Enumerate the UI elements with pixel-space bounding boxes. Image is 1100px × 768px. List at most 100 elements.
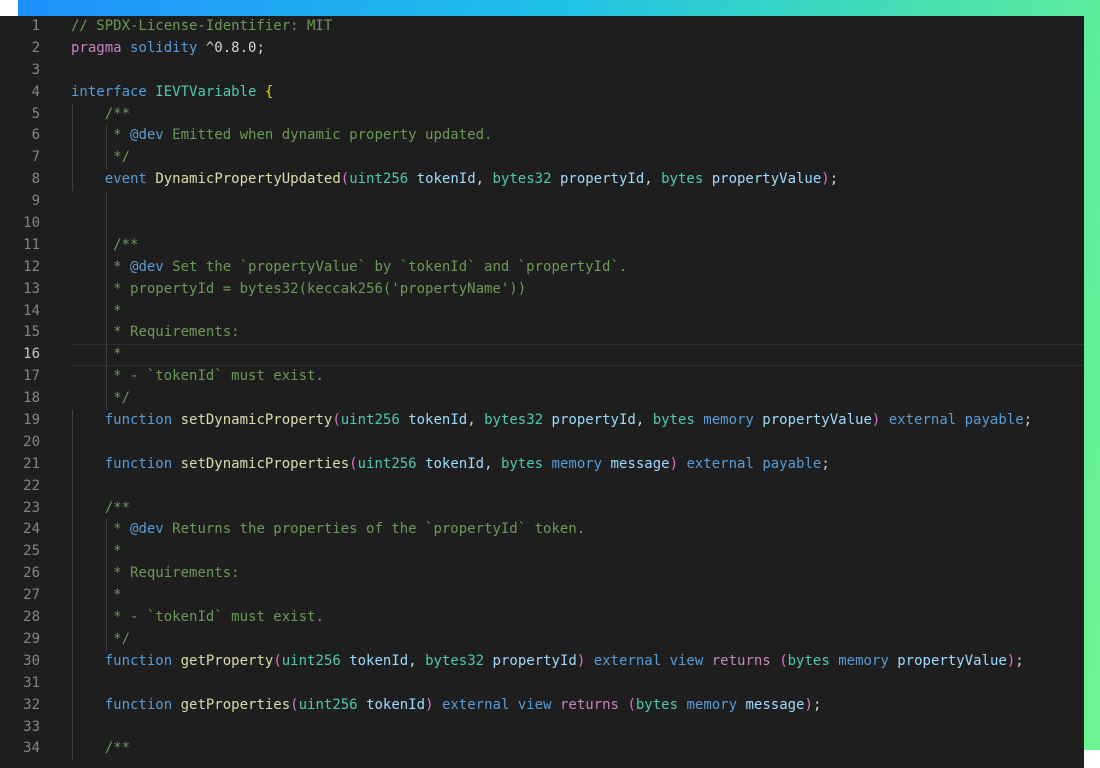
code-text: * @dev Returns the properties of the `pr… [71,519,585,541]
line-number: 26 [23,565,40,582]
line-number: 4 [31,83,40,100]
code-text: * [71,541,122,563]
code-token: uint256 [357,455,417,472]
code-token: ) [669,455,678,472]
code-token: propertyId [551,412,636,429]
code-editor[interactable]: 1 // SPDX-License-Identifier: MIT 2 pragma … [0,16,1084,768]
code-token: * [113,127,131,144]
code-token: payable [762,455,822,472]
code-line[interactable]: 26 * Requirements: [0,563,1084,586]
line-number: 8 [31,171,40,188]
code-line[interactable]: 10 [0,213,1084,235]
code-token: returns [559,696,619,713]
line-number: 25 [23,543,40,560]
code-token: */ [113,390,131,407]
code-line[interactable]: 20 [0,431,1084,454]
code-line[interactable]: 17 * - `tokenId` must exist. [0,366,1084,389]
line-number: 7 [31,149,40,166]
code-line[interactable]: 13 * propertyId = bytes32(keccak256('pro… [0,278,1084,301]
code-token: propertyId [492,652,577,669]
code-line[interactable]: 31 [0,672,1084,695]
code-line[interactable]: 30 function getProperty(uint256 tokenId,… [0,650,1084,673]
code-token: Set the `propertyValue` by `tokenId` and… [163,258,628,275]
code-token: ( [340,171,350,188]
code-token: event [104,171,147,188]
code-line[interactable]: 24 * @dev Returns the properties of the … [0,519,1084,542]
code-token: ) [1006,652,1016,669]
code-token: * [113,543,122,560]
line-number: 27 [23,587,40,604]
code-line[interactable]: 19 function setDynamicProperty(uint256 t… [0,410,1084,432]
code-line[interactable]: 34 /** [0,738,1084,761]
code-line[interactable]: 3 [0,60,1084,82]
code-line[interactable]: 21 function setDynamicProperties(uint256… [0,453,1084,476]
code-text: * Requirements: [71,563,239,585]
code-line[interactable]: 14 * [0,300,1084,323]
indent-guide [106,191,107,214]
code-token: tokenId [366,696,426,713]
code-line[interactable]: 8 event DynamicPropertyUpdated(uint256 t… [0,169,1084,192]
code-token: , [475,171,493,188]
code-token: * [113,587,122,604]
code-line[interactable]: 27 * [0,585,1084,608]
code-line[interactable]: 2 pragma solidity ^0.8.0; [0,38,1084,60]
code-line[interactable]: 9 [0,191,1084,214]
code-token: propertyValue [897,652,1007,669]
code-token: bytes32 [425,652,485,669]
code-line[interactable]: 28 * - `tokenId` must exist. [0,607,1084,629]
code-token: propertyValue [762,412,872,429]
line-number: 17 [23,368,40,385]
code-token: external [686,455,754,472]
code-line[interactable]: 18 */ [0,388,1084,411]
code-line[interactable]: 11 /** [0,234,1084,257]
code-text: * propertyId = bytes32(keccak256('proper… [71,279,526,301]
code-token: , [467,412,485,429]
code-line[interactable]: 29 */ [0,628,1084,651]
code-line[interactable]: 25 * [0,541,1084,564]
code-token: * - `tokenId` must exist. [113,368,324,385]
indent-guide [72,716,73,739]
line-number: 15 [23,324,40,341]
code-line[interactable]: 7 */ [0,147,1084,170]
code-line[interactable]: 6 * @dev Emitted when dynamic property u… [0,125,1084,148]
code-line[interactable]: 15 * Requirements: [0,322,1084,345]
code-line[interactable]: 23 /** [0,497,1084,520]
code-line[interactable]: 1 // SPDX-License-Identifier: MIT [0,16,1084,38]
code-token: /** [104,105,131,122]
line-number: 18 [23,390,40,407]
code-line[interactable]: 33 [0,716,1084,739]
code-line[interactable]: 4 interface IEVTVariable { [0,82,1084,104]
code-line[interactable]: 16 * [0,344,1084,367]
code-token: */ [113,149,131,166]
code-line[interactable]: 12 * @dev Set the `propertyValue` by `to… [0,256,1084,279]
code-line[interactable]: 32 function getProperties(uint256 tokenI… [0,694,1084,717]
code-token: ( [290,696,299,713]
indent-guide [72,475,73,498]
code-line[interactable]: 22 [0,475,1084,498]
code-text: * [71,585,122,607]
code-line[interactable]: 5 /** [0,103,1084,126]
code-token: function [104,412,173,429]
code-token: ( [779,652,788,669]
line-number: 33 [23,718,40,735]
code-text: event DynamicPropertyUpdated(uint256 tok… [71,169,838,191]
code-text: */ [71,388,130,410]
code-token: setDynamicProperties [180,455,350,472]
code-token: /** [104,740,131,757]
code-token: propertyId [559,171,645,188]
code-token: function [104,696,173,713]
code-token: tokenId [425,455,485,472]
